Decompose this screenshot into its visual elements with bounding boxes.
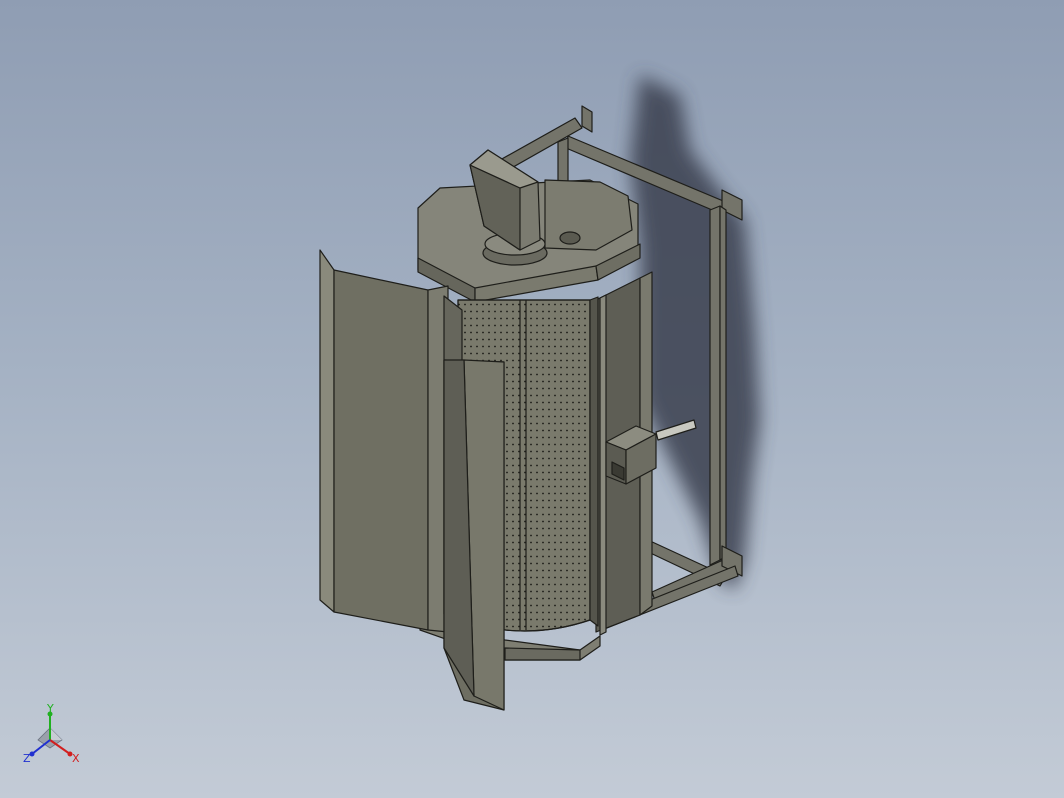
graphics-viewport[interactable]: Y X Z xyxy=(0,0,1064,798)
3d-model-view[interactable] xyxy=(0,0,1064,798)
x-axis-label: X xyxy=(72,752,80,765)
orientation-triad: Y X Z xyxy=(23,702,80,765)
y-axis-label: Y xyxy=(46,702,54,715)
x-axis-line xyxy=(49,739,71,755)
z-axis-label: Z xyxy=(23,752,31,765)
